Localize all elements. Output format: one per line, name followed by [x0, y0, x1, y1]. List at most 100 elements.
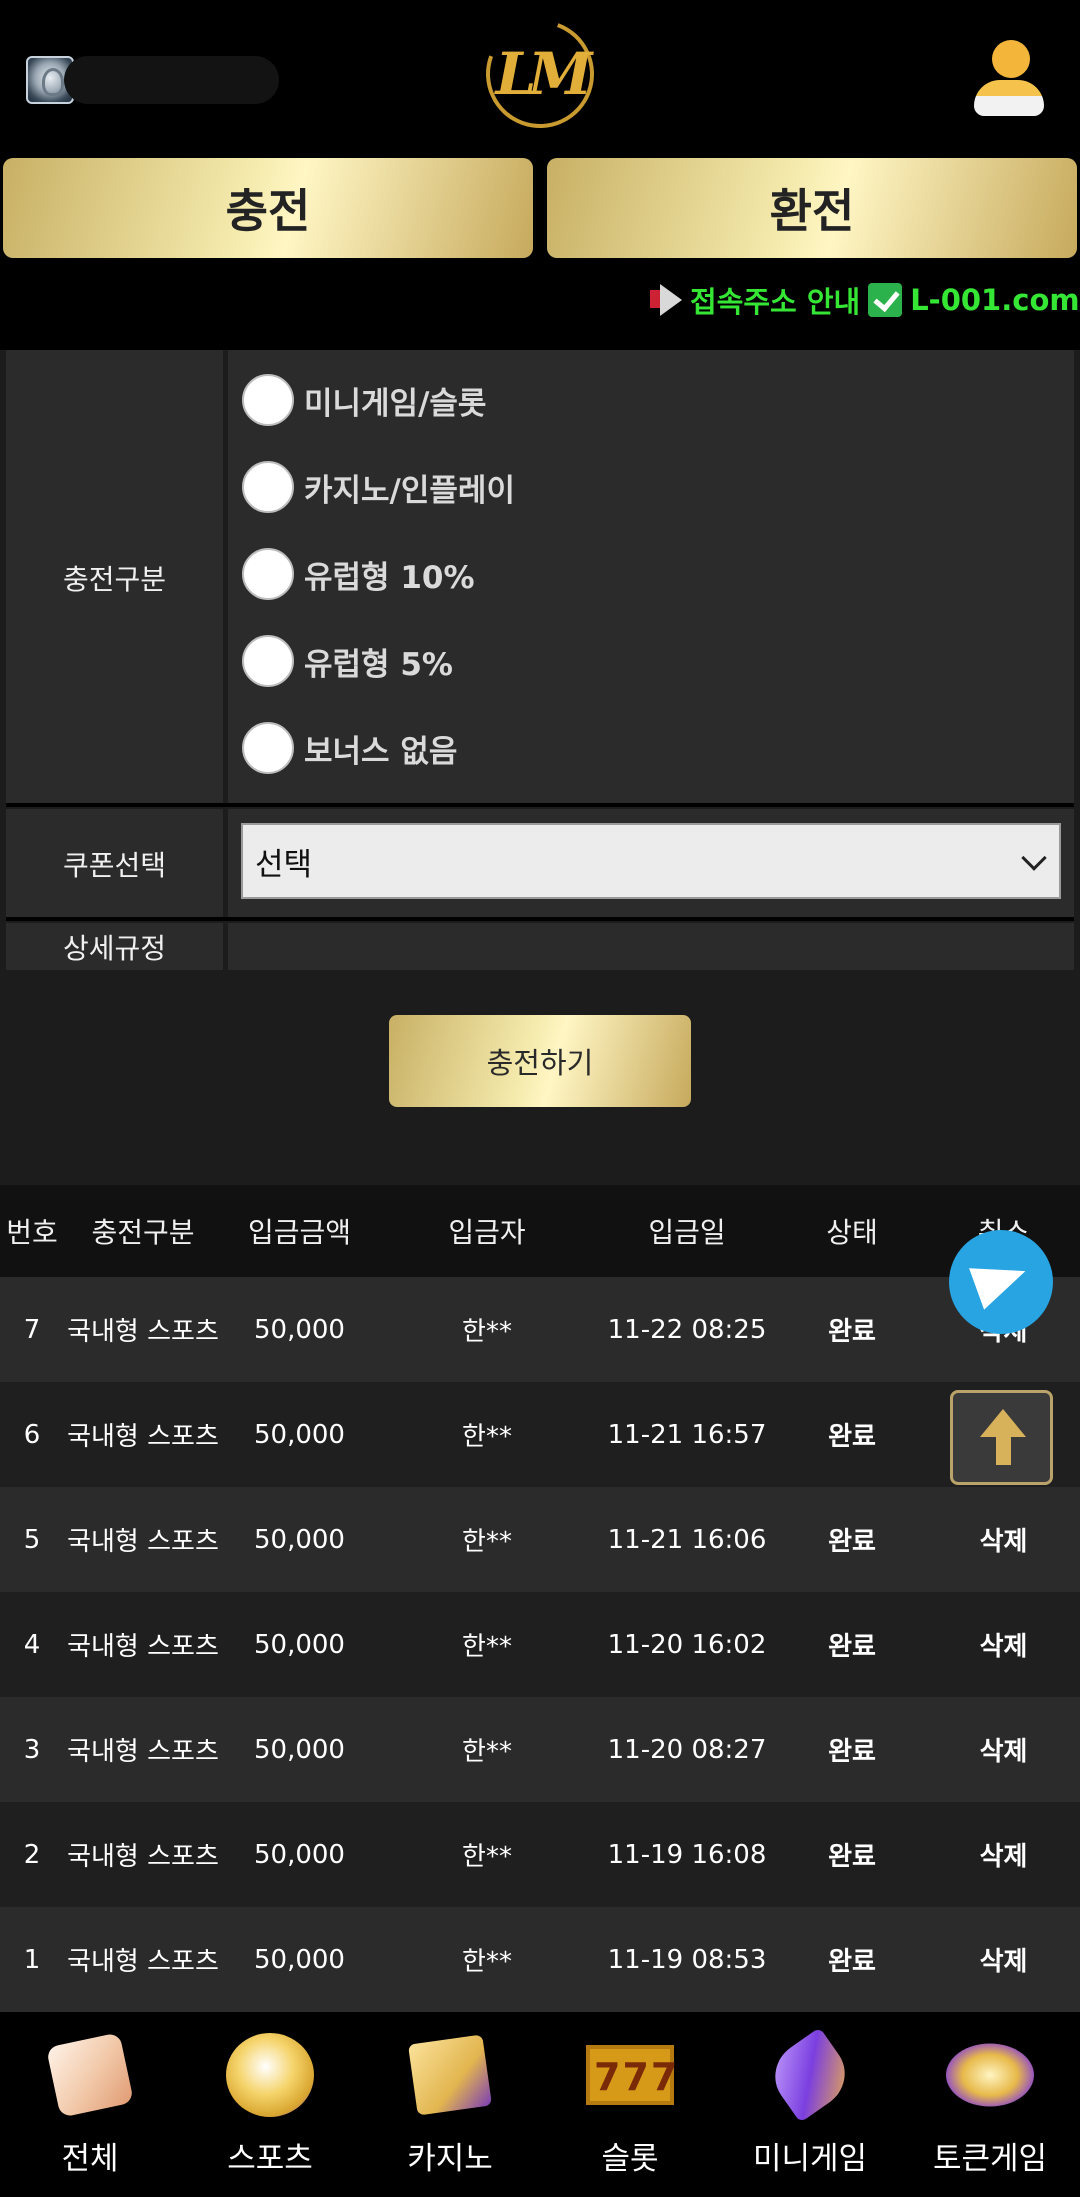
radio-button[interactable]: [242, 635, 294, 687]
row-depositor: 한**: [462, 1842, 512, 1872]
row-type: 국내형 스포츠: [67, 1842, 219, 1872]
charge-tab-button[interactable]: 충전: [3, 158, 533, 258]
row-type: 국내형 스포츠: [67, 1317, 219, 1347]
row-depositor: 한**: [462, 1422, 512, 1452]
table-row: 4 국내형 스포츠 50,000 한** 11-20 16:02 완료 삭제: [0, 1592, 1080, 1697]
nav-label: 전체: [61, 2141, 119, 2177]
profile-icon[interactable]: [972, 40, 1044, 120]
charge-type-option[interactable]: 유럽형 10%: [242, 546, 475, 602]
delete-button[interactable]: 삭제: [927, 1592, 1080, 1697]
row-date: 11-21 16:06: [607, 1524, 767, 1555]
telegram-icon[interactable]: [949, 1230, 1053, 1334]
header-amount: 입금금액: [247, 1216, 352, 1249]
row-type: 국내형 스포츠: [67, 1527, 219, 1557]
exchange-tab-button[interactable]: 환전: [547, 158, 1077, 258]
nav-label: 미니게임: [752, 2141, 868, 2177]
nav-item-minigame[interactable]: 미니게임: [720, 2013, 900, 2197]
row-depositor: 한**: [462, 1632, 512, 1662]
checkmark-icon: [868, 283, 903, 317]
charge-type-option[interactable]: 보너스 없음: [242, 720, 457, 776]
history-table-header: 번호 충전구분 입금금액 입금자 입금일 상태 취소: [0, 1185, 1080, 1277]
row-status: 완료: [828, 1527, 876, 1557]
coupon-select[interactable]: 선택: [241, 823, 1061, 899]
notice-domain[interactable]: L-001.com: [910, 283, 1079, 317]
rules-label: 상세규정: [6, 923, 223, 970]
table-row: 7 국내형 스포츠 50,000 한** 11-22 08:25 완료 삭제: [0, 1277, 1080, 1382]
coupon-selected-value: 선택: [255, 846, 313, 883]
row-depositor: 한**: [462, 1947, 512, 1977]
charge-type-option[interactable]: 미니게임/슬롯: [242, 372, 486, 428]
row-amount: 50,000: [254, 1419, 345, 1450]
nav-label: 토큰게임: [932, 2141, 1048, 2177]
charge-type-option[interactable]: 카지노/인플레이: [242, 459, 515, 515]
delete-button[interactable]: 삭제: [927, 1907, 1080, 2012]
roulette-icon: [946, 2043, 1034, 2107]
site-logo[interactable]: LM: [486, 40, 594, 108]
divider: [6, 803, 1074, 807]
nav-label: 스포츠: [227, 2141, 313, 2177]
row-depositor: 한**: [462, 1317, 512, 1347]
scroll-to-top-button[interactable]: [950, 1390, 1053, 1485]
megaphone-icon: [648, 284, 686, 316]
delete-button[interactable]: 삭제: [927, 1697, 1080, 1802]
radio-button[interactable]: [242, 548, 294, 600]
row-status: 완료: [828, 1632, 876, 1662]
row-status: 완료: [828, 1947, 876, 1977]
redacted-username: [64, 56, 279, 104]
table-row: 2 국내형 스포츠 50,000 한** 11-19 16:08 완료 삭제: [0, 1802, 1080, 1907]
row-amount: 50,000: [254, 1944, 345, 1975]
row-amount: 50,000: [254, 1629, 345, 1660]
row-status: 완료: [828, 1317, 876, 1347]
header-status: 상태: [826, 1216, 878, 1249]
coupon-label: 쿠폰선택: [6, 809, 223, 919]
delete-button[interactable]: 삭제: [927, 1802, 1080, 1907]
row-no: 4: [23, 1629, 41, 1660]
row-date: 11-19 16:08: [607, 1839, 767, 1870]
rules-content: [228, 923, 1074, 970]
row-no: 2: [23, 1839, 41, 1870]
nav-label: 슬롯: [601, 2141, 659, 2177]
row-status: 완료: [828, 1422, 876, 1452]
row-date: 11-20 16:02: [607, 1629, 767, 1660]
row-depositor: 한**: [462, 1737, 512, 1767]
address-notice[interactable]: 접속주소 안내 L-001.com: [648, 278, 1080, 322]
row-date: 11-21 16:57: [607, 1419, 767, 1450]
soccer-ball-icon: [226, 2033, 314, 2117]
radio-button[interactable]: [242, 461, 294, 513]
row-no: 6: [23, 1419, 41, 1450]
radio-button[interactable]: [242, 722, 294, 774]
top-header: LM: [0, 0, 1080, 156]
slot-icon-text: 777: [594, 2055, 680, 2099]
row-depositor: 한**: [462, 1527, 512, 1557]
row-type: 국내형 스포츠: [67, 1422, 219, 1452]
nav-item-slot[interactable]: 777 슬롯: [540, 2013, 720, 2197]
row-type: 국내형 스포츠: [67, 1947, 219, 1977]
delete-button[interactable]: 삭제: [927, 1487, 1080, 1592]
nav-label: 카지노: [407, 2141, 493, 2177]
table-row: 5 국내형 스포츠 50,000 한** 11-21 16:06 완료 삭제: [0, 1487, 1080, 1592]
row-no: 1: [23, 1944, 41, 1975]
header-no: 번호: [6, 1216, 58, 1249]
row-no: 3: [23, 1734, 41, 1765]
row-status: 완료: [828, 1842, 876, 1872]
row-status: 완료: [828, 1737, 876, 1767]
table-row: 3 국내형 스포츠 50,000 한** 11-20 08:27 완료 삭제: [0, 1697, 1080, 1802]
row-date: 11-20 08:27: [607, 1734, 767, 1765]
nav-item-token-game[interactable]: 토큰게임: [900, 2013, 1080, 2197]
radio-button[interactable]: [242, 374, 294, 426]
rocket-icon: [761, 2027, 859, 2123]
charge-submit-button[interactable]: 충전하기: [389, 1015, 691, 1107]
row-amount: 50,000: [254, 1314, 345, 1345]
row-amount: 50,000: [254, 1524, 345, 1555]
header-type: 충전구분: [91, 1216, 195, 1249]
nav-item-all[interactable]: 전체: [0, 2013, 180, 2197]
charge-type-label: 충전구분: [6, 350, 223, 805]
slot-777-icon: 777: [586, 2045, 680, 2105]
nav-item-casino[interactable]: 카지노: [360, 2013, 540, 2197]
nav-item-sports[interactable]: 스포츠: [180, 2013, 360, 2197]
row-no: 5: [23, 1524, 41, 1555]
header-depositor: 입금자: [448, 1216, 526, 1249]
charge-type-option[interactable]: 유럽형 5%: [242, 633, 453, 689]
row-type: 국내형 스포츠: [67, 1632, 219, 1662]
notice-text: 접속주소 안내: [690, 285, 861, 319]
